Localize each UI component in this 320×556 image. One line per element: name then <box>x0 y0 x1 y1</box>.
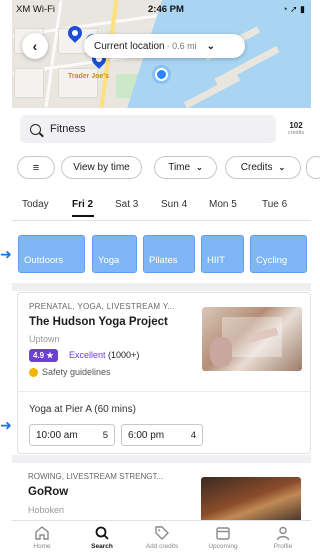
credits-balance[interactable]: 102 credits <box>283 121 309 136</box>
location-distance: · 0.6 mi <box>166 41 197 51</box>
studio-photo <box>201 477 301 523</box>
back-arrow-icon: ‹ <box>32 38 38 54</box>
view-by-time-button[interactable]: View by time <box>61 156 142 179</box>
carrier-label: XM Wi-Fi <box>16 4 56 15</box>
slot-spots: 5 <box>102 429 108 441</box>
studio-neighborhood: Uptown <box>29 334 60 344</box>
category-label: Cycling <box>256 255 288 266</box>
divider <box>12 220 311 221</box>
category-pilates[interactable]: Pilates <box>143 235 195 273</box>
class-tags: ROWING, LIVESTREAM STRENGT... <box>28 472 164 481</box>
time-slot-button[interactable]: 10:00 am 5 <box>29 424 115 446</box>
calendar-icon <box>216 527 230 540</box>
credits-number: 102 <box>289 121 303 130</box>
nav-search[interactable]: Search <box>74 525 130 550</box>
search-icon <box>95 526 109 540</box>
arrow-right-icon: ➜ <box>0 417 12 433</box>
nav-label: Profile <box>273 543 293 550</box>
nav-profile[interactable]: Profile <box>255 525 311 550</box>
section-separator <box>12 455 311 463</box>
nav-upcoming[interactable]: Upcoming <box>195 525 251 550</box>
divider <box>18 391 310 392</box>
chevron-down-icon: ⌄ <box>206 40 215 52</box>
location-label: Current location <box>94 40 165 52</box>
location-selector[interactable]: Current location · 0.6 mi ⌄ <box>84 34 245 58</box>
rating-label: Excellent <box>69 350 106 360</box>
profile-icon <box>276 526 290 541</box>
chevron-down-icon: ⌄ <box>196 163 203 172</box>
safety-label: Safety guidelines <box>42 367 111 377</box>
studio-card[interactable]: ROWING, LIVESTREAM STRENGT... GoRow Hobo… <box>17 463 311 523</box>
rating-count: (1000+) <box>108 350 140 360</box>
tab-day[interactable]: Sun 4 <box>161 199 187 210</box>
time-filter-label: Time <box>168 162 191 173</box>
category-label: Yoga <box>98 255 120 266</box>
tag-icon <box>155 526 169 540</box>
tab-day[interactable]: Mon 5 <box>209 199 237 210</box>
studio-title[interactable]: GoRow <box>28 486 68 498</box>
more-filter-button[interactable] <box>306 156 320 179</box>
rating-text: Excellent (1000+) <box>69 350 139 360</box>
status-icons: ◔ ➚ ▮ <box>282 4 305 14</box>
status-bar: XM Wi-Fi 2:46 PM ◔ ➚ ▮ <box>12 0 311 18</box>
back-button[interactable]: ‹ <box>22 33 48 59</box>
studio-card[interactable]: PRENATAL, YOGA, LIVESTREAM Y... The Huds… <box>17 292 311 454</box>
nav-add-credits[interactable]: Add credits <box>134 525 190 550</box>
nav-label: Home <box>33 543 51 550</box>
tab-day[interactable]: Sat 3 <box>115 199 138 210</box>
category-label: HIIT <box>207 255 225 266</box>
nav-label: Add credits <box>145 543 179 550</box>
tab-day-selected[interactable]: Fri 2 <box>72 199 93 210</box>
rating-badge: 4.9 ★ <box>29 349 58 362</box>
map-place-label: Trader Joe's <box>68 73 109 80</box>
slot-time: 6:00 pm <box>128 429 165 441</box>
search-value: Fitness <box>50 123 86 135</box>
category-hiit[interactable]: HIIT <box>201 235 244 273</box>
safety-guidelines-link[interactable]: Safety guidelines <box>29 367 111 377</box>
category-cycling[interactable]: Cycling <box>250 235 307 273</box>
bottom-nav: Home Search Add credits Upcoming Profile <box>12 520 311 556</box>
studio-neighborhood: Hoboken <box>28 505 65 515</box>
category-label: Pilates <box>149 255 178 266</box>
class-tags: PRENATAL, YOGA, LIVESTREAM Y... <box>29 302 175 311</box>
studio-title[interactable]: The Hudson Yoga Project <box>29 316 168 328</box>
time-slot-button[interactable]: 6:00 pm 4 <box>121 424 203 446</box>
time-filter-button[interactable]: Time ⌄ <box>154 156 217 179</box>
chevron-down-icon: ⌄ <box>278 163 286 172</box>
credits-label: credits <box>287 130 305 136</box>
search-icon <box>30 123 41 135</box>
category-yoga[interactable]: Yoga <box>92 235 137 273</box>
current-location-dot <box>155 68 168 81</box>
category-outdoors[interactable]: Outdoors <box>18 235 85 273</box>
home-icon <box>35 526 49 540</box>
clock: 2:46 PM <box>148 4 184 15</box>
filter-settings-button[interactable]: ≡ <box>17 156 55 179</box>
credits-filter-button[interactable]: Credits ⌄ <box>225 156 301 179</box>
credits-filter-label: Credits <box>240 162 273 173</box>
selected-day-indicator <box>72 215 94 217</box>
nav-label: Upcoming <box>208 543 238 550</box>
safety-badge-icon <box>29 367 38 377</box>
slot-spots: 4 <box>190 429 196 441</box>
arrow-right-icon: ➜ <box>0 246 12 262</box>
nav-label: Search <box>91 543 113 550</box>
slot-time: 10:00 am <box>36 429 78 441</box>
category-label: Outdoors <box>24 255 64 266</box>
tab-day[interactable]: Today <box>22 199 49 210</box>
section-separator <box>12 283 311 291</box>
session-title: Yoga at Pier A (60 mins) <box>29 404 136 415</box>
view-by-time-label: View by time <box>73 162 130 173</box>
sliders-icon: ≡ <box>32 161 40 174</box>
search-input[interactable]: Fitness <box>20 115 276 143</box>
studio-photo <box>202 307 302 371</box>
tab-day[interactable]: Tue 6 <box>262 199 287 210</box>
nav-home[interactable]: Home <box>14 525 70 550</box>
